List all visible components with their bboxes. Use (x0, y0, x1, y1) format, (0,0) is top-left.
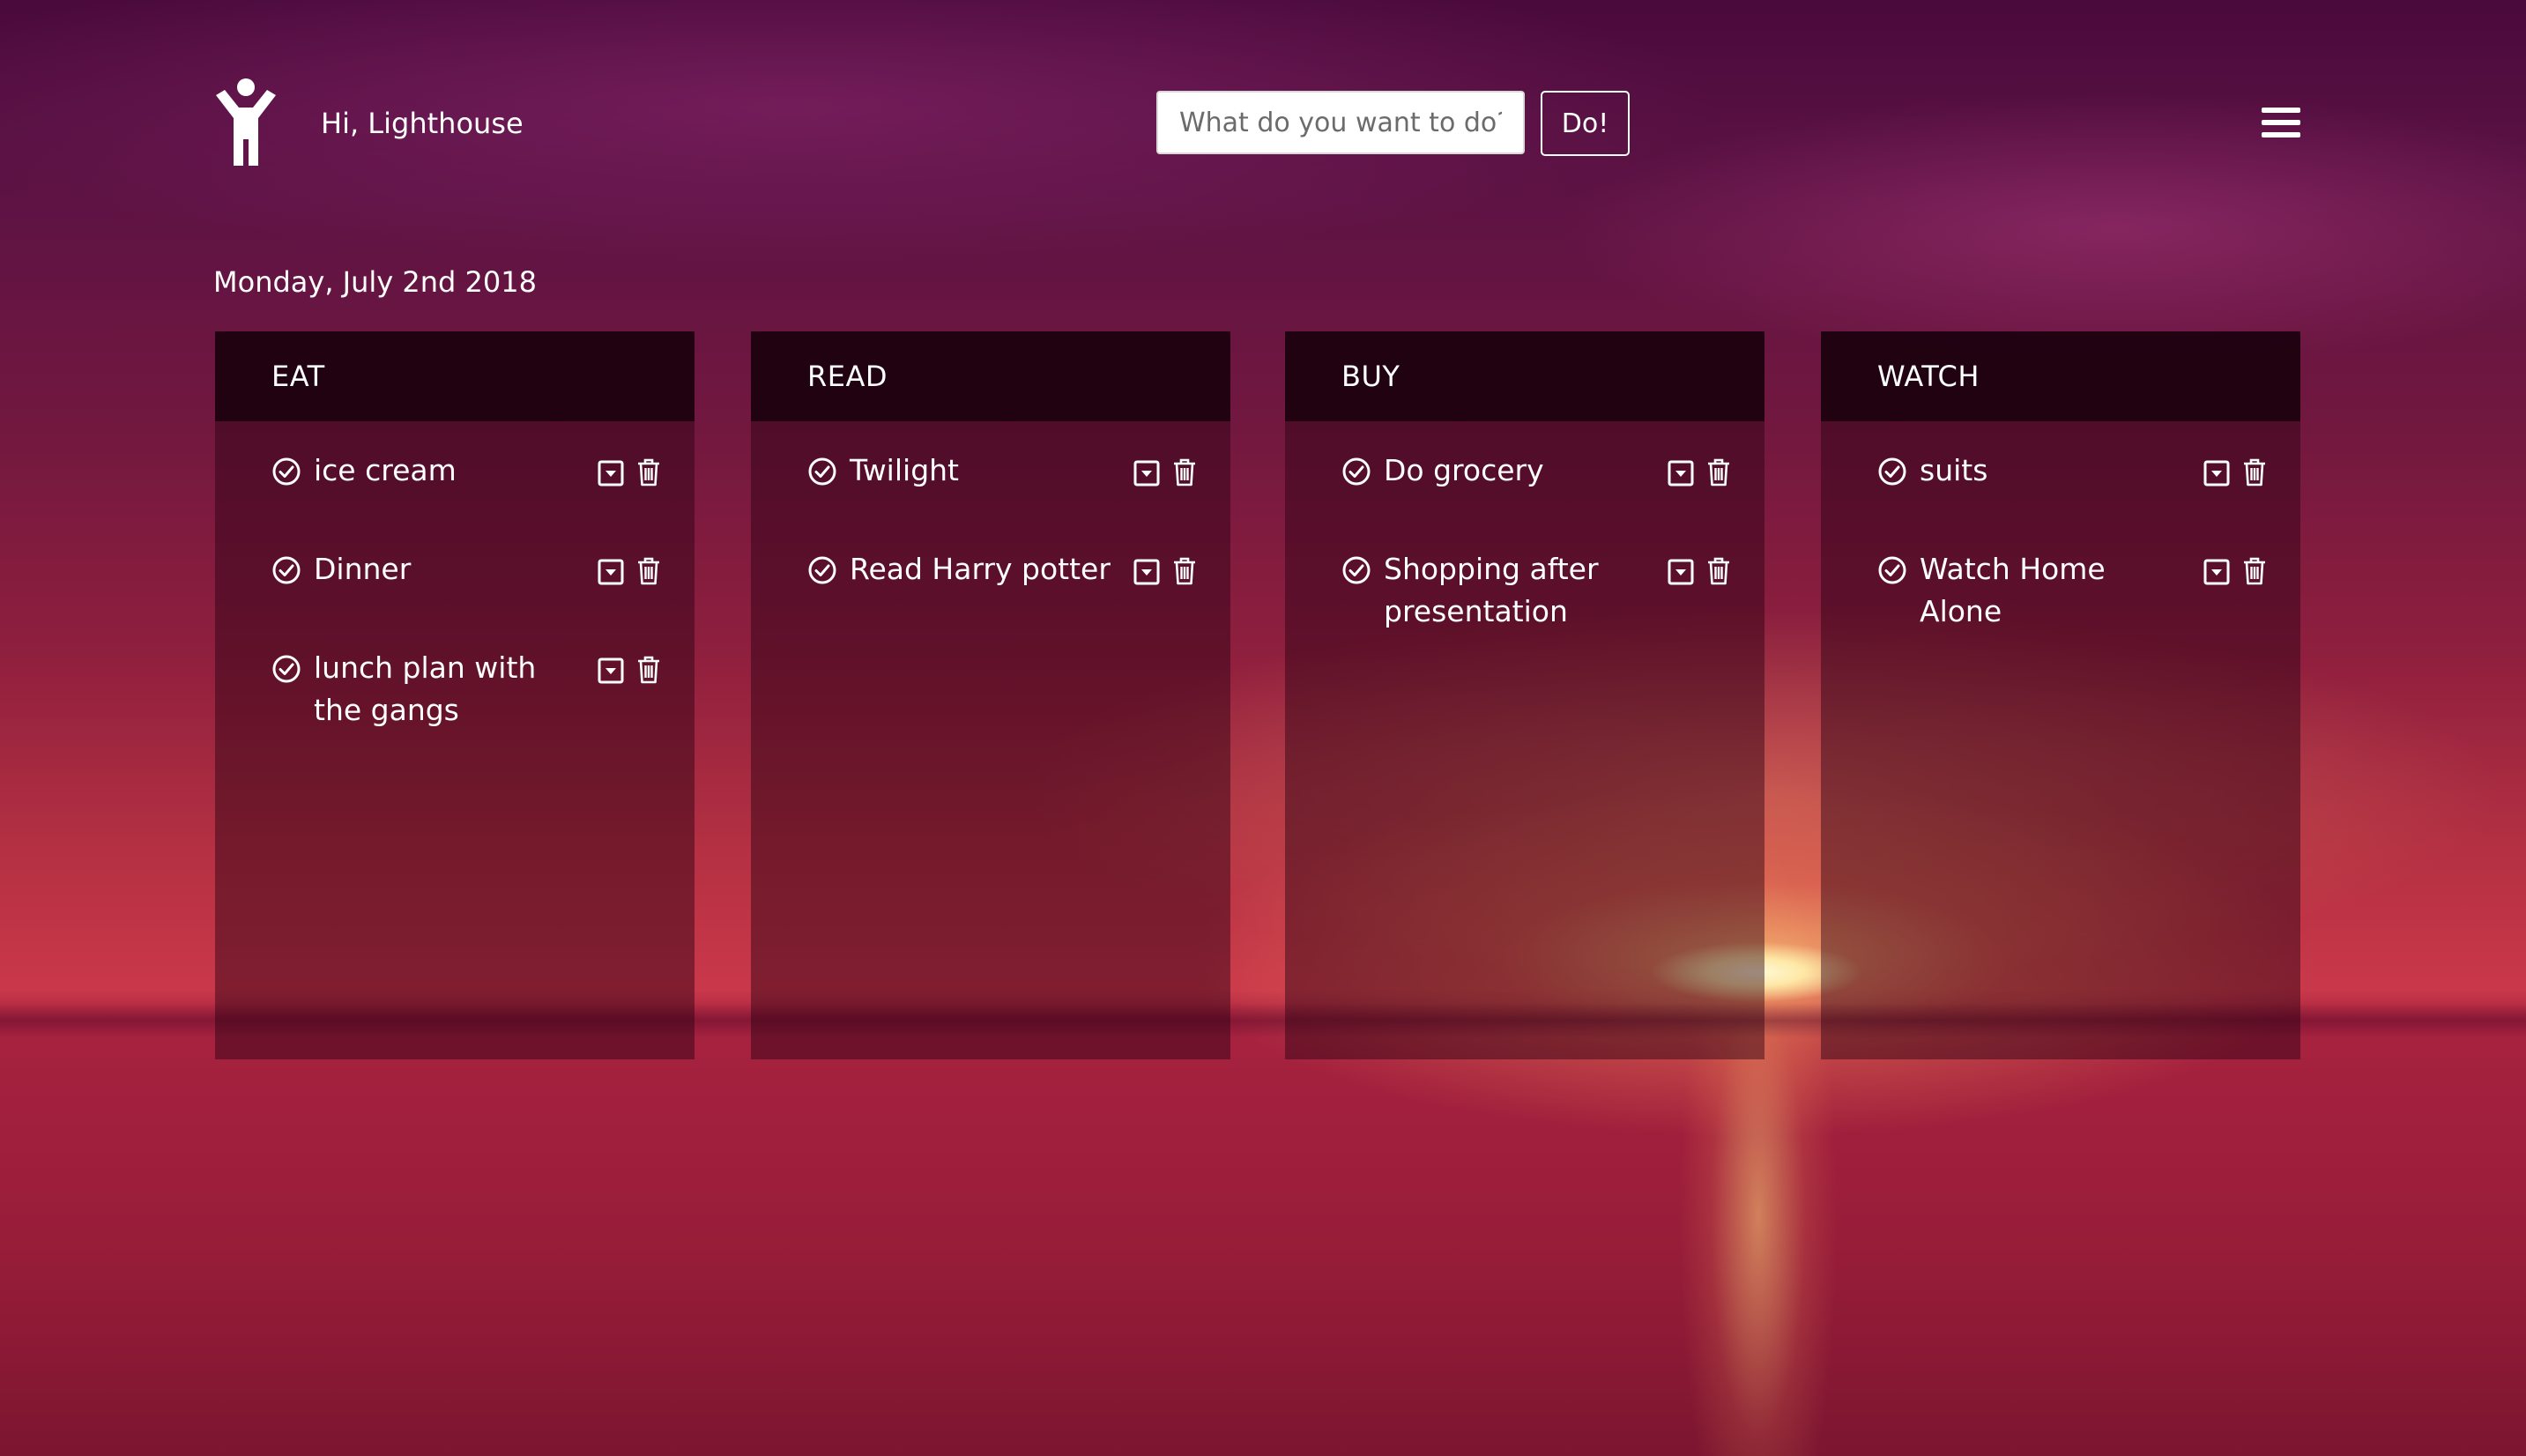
dropdown-box-icon[interactable] (598, 559, 624, 585)
dropdown-box-icon[interactable] (1133, 559, 1160, 585)
dropdown-box-icon[interactable] (2203, 559, 2230, 585)
dropdown-box-icon[interactable] (1668, 559, 1694, 585)
column-title: WATCH (1821, 331, 2300, 421)
trash-icon[interactable] (1172, 457, 1197, 487)
task-label: Read Harry potter (850, 552, 1111, 586)
trash-icon[interactable] (1172, 556, 1197, 586)
task-label: ice cream (314, 453, 457, 487)
header: Hi, Lighthouse Do! (0, 0, 2526, 176)
column-title: READ (751, 331, 1230, 421)
greeting: Hi, Lighthouse (321, 107, 524, 140)
dropdown-box-icon[interactable] (2203, 460, 2230, 487)
column-eat: EAT ice cream Dinner lunch plan with the… (215, 331, 695, 1059)
trash-icon[interactable] (1706, 457, 1731, 487)
task-label: Dinner (314, 552, 412, 586)
column-title: BUY (1285, 331, 1764, 421)
check-circle-icon[interactable] (271, 654, 301, 684)
trash-icon[interactable] (1706, 556, 1731, 586)
column-buy: BUY Do grocery Shopping after presentati… (1285, 331, 1764, 1059)
date-heading: Monday, July 2nd 2018 (213, 265, 537, 299)
task-label: Watch Home Alone (1920, 552, 2106, 628)
dropdown-box-icon[interactable] (598, 460, 624, 487)
trash-icon[interactable] (636, 556, 661, 586)
dropdown-box-icon[interactable] (1668, 460, 1694, 487)
check-circle-icon[interactable] (1877, 457, 1907, 487)
trash-icon[interactable] (2242, 457, 2267, 487)
check-circle-icon[interactable] (271, 457, 301, 487)
column-title: EAT (215, 331, 695, 421)
check-circle-icon[interactable] (1877, 555, 1907, 585)
task-input[interactable] (1156, 91, 1525, 154)
hamburger-menu-icon[interactable] (2262, 108, 2300, 143)
person-arms-up-icon (216, 78, 276, 166)
task-label: suits (1920, 453, 1988, 487)
do-button[interactable]: Do! (1541, 91, 1630, 156)
task-label: lunch plan with the gangs (314, 650, 537, 727)
dropdown-box-icon[interactable] (598, 657, 624, 684)
check-circle-icon[interactable] (807, 555, 837, 585)
task-label: Shopping after presentation (1384, 552, 1599, 628)
check-circle-icon[interactable] (1341, 457, 1371, 487)
check-circle-icon[interactable] (1341, 555, 1371, 585)
trash-icon[interactable] (636, 457, 661, 487)
column-read: READ Twilight Read Harry potter (751, 331, 1230, 1059)
task-label: Do grocery (1384, 453, 1544, 487)
task-label: Twilight (850, 453, 959, 487)
column-watch: WATCH suits Watch Home Alone (1821, 331, 2300, 1059)
trash-icon[interactable] (2242, 556, 2267, 586)
check-circle-icon[interactable] (271, 555, 301, 585)
dropdown-box-icon[interactable] (1133, 460, 1160, 487)
trash-icon[interactable] (636, 655, 661, 685)
check-circle-icon[interactable] (807, 457, 837, 487)
